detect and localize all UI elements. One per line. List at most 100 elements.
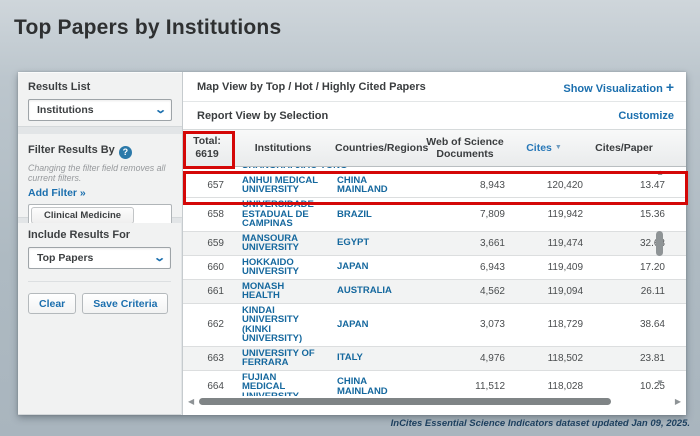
report-view-bar: Report View by Selection Customize [183,102,686,130]
institution-link[interactable]: MANSOURA UNIVERSITY [231,234,335,253]
include-results-value: Top Papers [37,252,93,264]
country-link[interactable]: AUSTRALIA [335,286,425,296]
help-icon[interactable]: ? [119,146,132,159]
total-count: Total:6619 [183,135,231,161]
institution-link[interactable]: ANHUI MEDICAL UNIVERSITY [231,176,335,195]
cites-value: 119,094 [505,286,583,297]
filter-section: Filter Results By? Changing the filter f… [18,134,182,218]
content-panel: Results List Institutions ⌄ Filter Resul… [18,72,686,415]
rank-number: 657 [183,180,231,191]
cites-per-paper-value: 17.20 [583,262,665,273]
include-results-dropdown[interactable]: Top Papers ⌄ [28,247,171,269]
table-row-657: 657ANHUI MEDICAL UNIVERSITYCHINA MAINLAN… [183,173,686,197]
cites-value: 119,474 [505,238,583,249]
institution-link[interactable]: KINDAI UNIVERSITY (KINKI UNIVERSITY) [231,306,335,344]
save-criteria-button[interactable]: Save Criteria [82,293,168,314]
sidebar: Results List Institutions ⌄ Filter Resul… [18,72,183,415]
table-row-659: 659MANSOURA UNIVERSITYEGYPT3,661119,4743… [183,231,686,255]
table-row-664: 664FUJIAN MEDICAL UNIVERSITYCHINA MAINLA… [183,370,686,397]
institution-link[interactable]: MONASH HEALTH [231,282,335,301]
column-header-cites[interactable]: Cites ▼ [505,142,583,154]
vertical-scroll-down-arrow[interactable]: ▼ [656,378,664,387]
vertical-scrollbar-thumb[interactable] [656,231,663,256]
map-view-label: Map View by Top / Hot / Highly Cited Pap… [197,81,426,93]
map-view-bar: Map View by Top / Hot / Highly Cited Pap… [183,72,686,102]
sort-descending-icon: ▼ [555,144,562,151]
rank-number: 660 [183,262,231,273]
documents-value: 4,976 [425,353,505,364]
results-list-section: Results List Institutions ⌄ [18,72,182,127]
country-link[interactable]: CHINA MAINLAND [335,377,425,396]
institution-link[interactable]: FUJIAN MEDICAL UNIVERSITY [231,373,335,397]
institution-link[interactable]: UNIVERSIDADE ESTADUAL DE CAMPINAS [231,200,335,229]
documents-value: 7,809 [425,209,505,220]
rank-number: 664 [183,381,231,392]
cites-per-paper-value: 26.11 [583,286,665,297]
documents-value: 3,073 [425,319,505,330]
rank-number: 659 [183,238,231,249]
filter-note: Changing the filter field removes all cu… [28,163,168,183]
rank-number: 661 [183,286,231,297]
customize-link[interactable]: Customize [618,110,674,122]
cites-per-paper-value: 15.36 [583,209,665,220]
country-link[interactable]: JAPAN [335,262,425,272]
horizontal-scrollbar-thumb[interactable] [199,398,611,405]
dataset-footer-note: InCites Essential Science Indicators dat… [391,418,690,429]
country-link[interactable]: EGYPT [335,238,425,248]
plus-icon: + [666,79,674,95]
country-link[interactable]: BRAZIL [335,210,425,220]
table-row-658: 658UNIVERSIDADE ESTADUAL DE CAMPINASBRAZ… [183,197,686,231]
vertical-scroll-up-arrow[interactable]: ▲ [656,168,664,177]
cites-per-paper-value: 38.64 [583,319,665,330]
filter-tag-clinical-medicine[interactable]: Clinical Medicine [31,207,134,224]
documents-value: 8,943 [425,180,505,191]
chevron-down-icon: ⌄ [154,105,167,115]
results-list-dropdown[interactable]: Institutions ⌄ [28,99,172,121]
page-title: Top Papers by Institutions [14,16,281,40]
table-row-662: 662KINDAI UNIVERSITY (KINKI UNIVERSITY)J… [183,303,686,346]
cites-per-paper-value: 10.25 [583,381,665,392]
table-row-663: 663UNIVERSITY OF FERRARAITALY4,976118,50… [183,346,686,370]
rank-number: 663 [183,353,231,364]
partial-row-text: SHANGHAI JIAO TONG [242,167,686,171]
column-header-countries: Countries/Regions [335,142,425,154]
results-list-value: Institutions [37,104,94,116]
include-results-section: Include Results For Top Papers ⌄ Clear S… [18,223,181,415]
cites-value: 119,942 [505,209,583,220]
clear-button[interactable]: Clear [28,293,76,314]
institution-link[interactable]: HOKKAIDO UNIVERSITY [231,258,335,277]
results-list-label: Results List [28,81,172,93]
cites-value: 118,028 [505,381,583,392]
cites-per-paper-value: 32.63 [583,238,665,249]
column-header-institutions: Institutions [231,142,335,154]
country-link[interactable]: CHINA MAINLAND [335,176,425,195]
cites-per-paper-value: 13.47 [583,180,665,191]
column-header-cites-per-paper: Cites/Paper [583,142,665,154]
rank-number: 658 [183,209,231,220]
horizontal-scroll-right-arrow[interactable]: ▶ [670,397,686,406]
chevron-down-icon: ⌄ [153,253,166,263]
report-view-label: Report View by Selection [197,110,328,122]
institution-link[interactable]: UNIVERSITY OF FERRARA [231,349,335,368]
cites-value: 120,420 [505,180,583,191]
table-body: SHANGHAI JIAO TONG 657ANHUI MEDICAL UNIV… [183,167,686,396]
rank-number: 662 [183,319,231,330]
cites-value: 118,729 [505,319,583,330]
country-link[interactable]: JAPAN [335,320,425,330]
table-row-660: 660HOKKAIDO UNIVERSITYJAPAN6,943119,4091… [183,255,686,279]
main-content: Map View by Top / Hot / Highly Cited Pap… [183,72,686,415]
horizontal-scroll-left-arrow[interactable]: ◀ [183,397,199,406]
horizontal-scrollbar: ◀ ▶ [183,395,686,408]
add-filter-link[interactable]: Add Filter » [28,187,86,199]
documents-value: 6,943 [425,262,505,273]
table-row-661: 661MONASH HEALTHAUSTRALIA4,562119,09426.… [183,279,686,303]
table-header: Total:6619 Institutions Countries/Region… [183,130,686,167]
cites-per-paper-value: 23.81 [583,353,665,364]
documents-value: 4,562 [425,286,505,297]
show-visualization-link[interactable]: Show Visualization+ [563,79,674,95]
country-link[interactable]: ITALY [335,353,425,363]
cites-value: 119,409 [505,262,583,273]
cites-value: 118,502 [505,353,583,364]
filter-results-label: Filter Results By [28,144,115,156]
include-results-label: Include Results For [28,229,171,241]
